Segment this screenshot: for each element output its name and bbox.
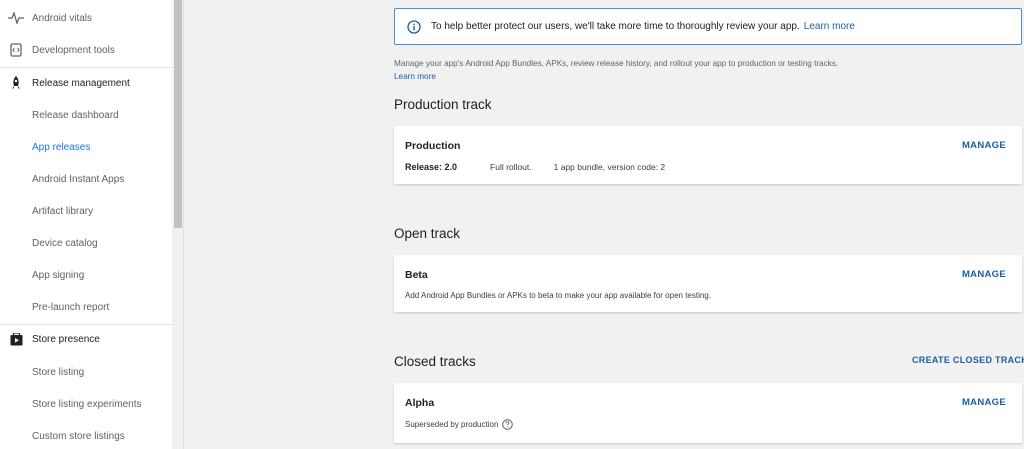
alpha-manage-button[interactable]: MANAGE (962, 397, 1006, 408)
beta-manage-button[interactable]: MANAGE (962, 269, 1006, 280)
sidebar-item-label: Release management (32, 77, 130, 89)
sidebar-scrollbar[interactable] (172, 0, 184, 449)
sidebar-item-label: Store listing experiments (32, 398, 142, 410)
page-description: Manage your app's Android App Bundles, A… (394, 57, 1014, 83)
sidebar-item-label: Store listing (32, 366, 85, 378)
sidebar-item-label: Custom store listings (32, 430, 125, 442)
store-presence-icon (0, 332, 32, 346)
sidebar-item-android-instant-apps[interactable]: Android Instant Apps (0, 163, 172, 195)
sidebar-item-release-management[interactable]: Release management (0, 67, 172, 99)
sidebar-item-device-catalog[interactable]: Device catalog (0, 227, 172, 259)
sidebar-item-label: Release dashboard (32, 109, 119, 121)
production-manage-button[interactable]: MANAGE (962, 140, 1006, 151)
closed-tracks-title: Closed tracks (394, 354, 476, 369)
sidebar-item-artifact-library[interactable]: Artifact library (0, 195, 172, 227)
track-name: Production (405, 140, 461, 152)
description-learn-more-link[interactable]: Learn more (394, 70, 1014, 83)
sidebar-item-label: App signing (32, 269, 85, 281)
sidebar-item-label: Device catalog (32, 237, 98, 249)
bundle-info: 1 app bundle, version code: 2 (553, 162, 666, 172)
help-icon[interactable] (502, 419, 514, 430)
banner-text: To help better protect our users, we'll … (431, 21, 800, 32)
info-banner: To help better protect our users, we'll … (394, 8, 1022, 45)
sidebar-item-app-signing[interactable]: App signing (0, 259, 172, 291)
sidebar: Android vitals Development tools Release… (0, 0, 172, 449)
dev-tools-icon (0, 43, 32, 57)
info-icon (407, 19, 421, 34)
sidebar-item-pre-launch-report[interactable]: Pre-launch report (0, 291, 172, 323)
sidebar-item-label: App releases (32, 141, 91, 153)
track-name: Beta (405, 269, 428, 281)
rocket-icon (0, 76, 32, 90)
sidebar-item-label: Android vitals (32, 12, 93, 24)
track-description: Add Android App Bundles or APKs to beta … (405, 291, 711, 300)
production-track-card: Production MANAGE Release: 2.0 Full roll… (394, 126, 1022, 184)
release-version: Release: 2.0 (405, 162, 458, 172)
sidebar-item-app-releases[interactable]: App releases (0, 131, 172, 163)
rollout-status: Full rollout. (490, 162, 532, 172)
sidebar-item-development-tools[interactable]: Development tools (0, 34, 172, 66)
description-text: Manage your app's Android App Bundles, A… (394, 59, 839, 68)
track-status: Superseded by production (405, 419, 514, 430)
production-track-title: Production track (394, 97, 492, 112)
closed-track-card: Alpha MANAGE Superseded by production (394, 383, 1022, 443)
sidebar-item-store-listing[interactable]: Store listing (0, 356, 172, 388)
sidebar-item-store-listing-experiments[interactable]: Store listing experiments (0, 388, 172, 420)
open-track-card: Beta MANAGE Add Android App Bundles or A… (394, 255, 1022, 312)
create-closed-track-button[interactable]: CREATE CLOSED TRACK (912, 355, 1024, 365)
sidebar-item-custom-store-listings[interactable]: Custom store listings (0, 420, 172, 449)
beta-description-text: Add Android App Bundles or APKs to beta … (405, 291, 711, 300)
sidebar-item-release-dashboard[interactable]: Release dashboard (0, 99, 172, 131)
release-info: Release: 2.0 Full rollout. 1 app bundle,… (405, 162, 665, 172)
sidebar-item-label: Artifact library (32, 205, 94, 217)
track-name: Alpha (405, 397, 435, 409)
superseded-text: Superseded by production (405, 420, 499, 429)
sidebar-item-label: Development tools (32, 44, 115, 56)
open-track-title: Open track (394, 226, 461, 241)
banner-learn-more-link[interactable]: Learn more (804, 21, 855, 32)
sidebar-item-label: Store presence (32, 333, 100, 345)
sidebar-item-label: Pre-launch report (32, 301, 110, 313)
sidebar-item-store-presence[interactable]: Store presence (0, 323, 172, 355)
vitals-icon (0, 12, 32, 24)
scrollbar-thumb[interactable] (174, 0, 182, 228)
sidebar-item-label: Android Instant Apps (32, 173, 125, 185)
sidebar-item-android-vitals[interactable]: Android vitals (0, 2, 172, 34)
